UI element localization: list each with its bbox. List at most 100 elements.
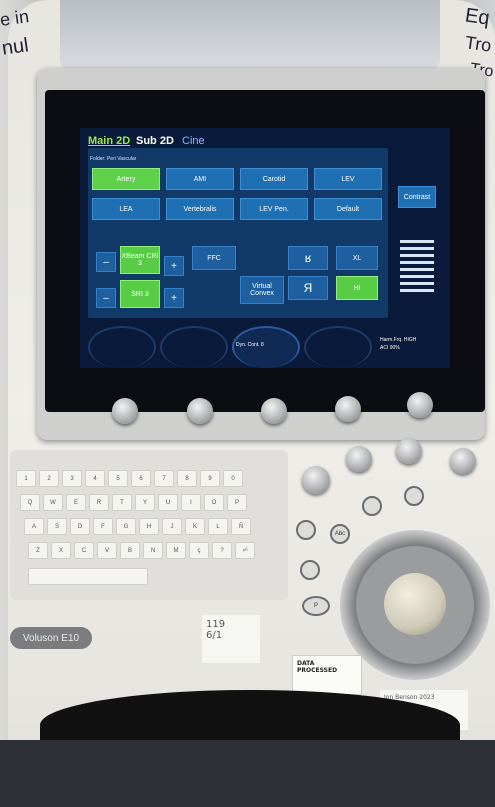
keyboard-key[interactable]: Y bbox=[135, 494, 155, 511]
keyboard-key[interactable]: 7 bbox=[154, 470, 174, 487]
print-button[interactable]: P bbox=[302, 596, 330, 616]
preset-lea-button[interactable]: LEA bbox=[92, 198, 160, 220]
keyboard-key[interactable]: 3 bbox=[62, 470, 82, 487]
keyboard-key[interactable]: M bbox=[166, 542, 186, 559]
keyboard-key[interactable]: 1 bbox=[16, 470, 36, 487]
virtual-convex-button[interactable]: Virtual Convex bbox=[240, 276, 284, 304]
keyboard-key[interactable]: Q bbox=[20, 494, 40, 511]
preset-lev-button[interactable]: LEV bbox=[314, 168, 382, 190]
keyboard-key[interactable]: H bbox=[139, 518, 159, 535]
harm-freq-text: Harm.Frq. HIGH bbox=[380, 337, 417, 343]
wall-poster-text: e in bbox=[0, 6, 31, 30]
keyboard-key[interactable]: T bbox=[112, 494, 132, 511]
preset-artery-button[interactable]: Artery bbox=[92, 168, 160, 190]
tab-sub-2d[interactable]: Sub 2D bbox=[136, 135, 174, 147]
sticker-line: DATA bbox=[297, 660, 315, 667]
preset-carotid-button[interactable]: Carotid bbox=[240, 168, 308, 190]
tgc-slider[interactable] bbox=[400, 254, 434, 257]
keyboard-key[interactable]: C bbox=[74, 542, 94, 559]
keyboard-key[interactable]: A bbox=[24, 518, 44, 535]
abc-button[interactable]: Abc bbox=[330, 524, 350, 544]
preset-default-button[interactable]: Default bbox=[314, 198, 382, 220]
rotary-arc bbox=[160, 326, 228, 368]
tgc-slider[interactable] bbox=[400, 275, 434, 278]
keyboard-key[interactable]: K bbox=[185, 518, 205, 535]
tab-main-2d[interactable]: Main 2D bbox=[88, 135, 130, 147]
tgc-slider[interactable] bbox=[400, 247, 434, 250]
data-processed-sticker: DATA PROCESSED bbox=[292, 655, 362, 695]
tgc-slider[interactable] bbox=[400, 240, 434, 243]
xl-button[interactable]: XL bbox=[336, 246, 378, 270]
dyn-cont-readout: Dyn. Cont. 8 bbox=[236, 342, 264, 348]
preset-vertebralis-button[interactable]: Vertebralis bbox=[166, 198, 234, 220]
sri-button[interactable]: SRI 3 bbox=[120, 280, 160, 308]
keyboard-key[interactable]: G bbox=[116, 518, 136, 535]
keyboard-key[interactable]: B bbox=[120, 542, 140, 559]
side-button[interactable] bbox=[296, 520, 316, 540]
tgc-slider[interactable] bbox=[400, 289, 434, 292]
xbeam-plus-button[interactable]: + bbox=[164, 256, 184, 276]
keyboard-key[interactable]: F bbox=[93, 518, 113, 535]
keyboard-key[interactable]: 2 bbox=[39, 470, 59, 487]
rotary-arc bbox=[88, 326, 156, 368]
keyboard-key[interactable]: S bbox=[47, 518, 67, 535]
trackball[interactable] bbox=[384, 573, 446, 635]
flip-lr-button[interactable]: Я bbox=[288, 276, 328, 300]
rotary-arc bbox=[304, 326, 372, 368]
xbeam-cri-button[interactable]: XBeam CRI 3 bbox=[120, 246, 160, 274]
note-line: 119 bbox=[206, 619, 226, 630]
keyboard-key[interactable]: E bbox=[66, 494, 86, 511]
rotary-knob[interactable] bbox=[407, 392, 433, 418]
keyboard-key[interactable]: R bbox=[89, 494, 109, 511]
keyboard-key[interactable]: W bbox=[43, 494, 63, 511]
keyboard-key[interactable]: 0 bbox=[223, 470, 243, 487]
rotary-knob[interactable] bbox=[302, 466, 330, 494]
keyboard-key[interactable]: ⏎ bbox=[235, 542, 255, 559]
side-button[interactable] bbox=[362, 496, 382, 516]
tgc-slider[interactable] bbox=[400, 268, 434, 271]
tab-cine[interactable]: Cine bbox=[182, 135, 205, 147]
xbeam-minus-button[interactable]: – bbox=[96, 252, 116, 272]
keyboard-key[interactable]: O bbox=[204, 494, 224, 511]
side-button[interactable] bbox=[404, 486, 424, 506]
rotary-knob[interactable] bbox=[112, 398, 138, 424]
keyboard-key[interactable]: N bbox=[143, 542, 163, 559]
keyboard-key[interactable]: X bbox=[51, 542, 71, 559]
keyboard-key[interactable]: Ñ bbox=[231, 518, 251, 535]
keyboard-key[interactable]: I bbox=[181, 494, 201, 511]
sri-minus-button[interactable]: – bbox=[96, 288, 116, 308]
space-bar[interactable] bbox=[28, 568, 148, 585]
rotary-knob[interactable] bbox=[396, 438, 422, 464]
rotary-knob[interactable] bbox=[335, 396, 361, 422]
keyboard-key[interactable]: D bbox=[70, 518, 90, 535]
hi-button[interactable]: HI bbox=[336, 276, 378, 300]
aci-text: ACI 90% bbox=[380, 345, 400, 351]
keyboard-key[interactable]: V bbox=[97, 542, 117, 559]
keyboard-key[interactable]: 4 bbox=[85, 470, 105, 487]
keyboard-key[interactable]: P bbox=[227, 494, 247, 511]
side-button[interactable] bbox=[300, 560, 320, 580]
rotary-knob[interactable] bbox=[346, 446, 372, 472]
rotary-knob[interactable] bbox=[187, 398, 213, 424]
keyboard-key[interactable]: J bbox=[162, 518, 182, 535]
sri-plus-button[interactable]: + bbox=[164, 288, 184, 308]
preset-lev-pen-button[interactable]: LEV Pen. bbox=[240, 198, 308, 220]
tgc-slider[interactable] bbox=[400, 261, 434, 264]
keyboard-key[interactable]: 6 bbox=[131, 470, 151, 487]
ffc-button[interactable]: FFC bbox=[192, 246, 236, 270]
rotary-knob[interactable] bbox=[450, 448, 476, 474]
keyboard-key[interactable]: ç bbox=[189, 542, 209, 559]
keyboard-key[interactable]: 8 bbox=[177, 470, 197, 487]
keyboard-key[interactable]: Z bbox=[28, 542, 48, 559]
rotary-knob[interactable] bbox=[261, 398, 287, 424]
handwritten-note: 119 6/1 bbox=[202, 615, 260, 663]
tgc-slider[interactable] bbox=[400, 282, 434, 285]
keyboard-key[interactable]: ? bbox=[212, 542, 232, 559]
keyboard-key[interactable]: L bbox=[208, 518, 228, 535]
keyboard-key[interactable]: 5 bbox=[108, 470, 128, 487]
keyboard-key[interactable]: U bbox=[158, 494, 178, 511]
flip-ud-button[interactable]: ʁ bbox=[288, 246, 328, 270]
preset-ami-button[interactable]: AMI bbox=[166, 168, 234, 190]
keyboard-key[interactable]: 9 bbox=[200, 470, 220, 487]
contrast-button[interactable]: Contrast bbox=[398, 186, 436, 208]
